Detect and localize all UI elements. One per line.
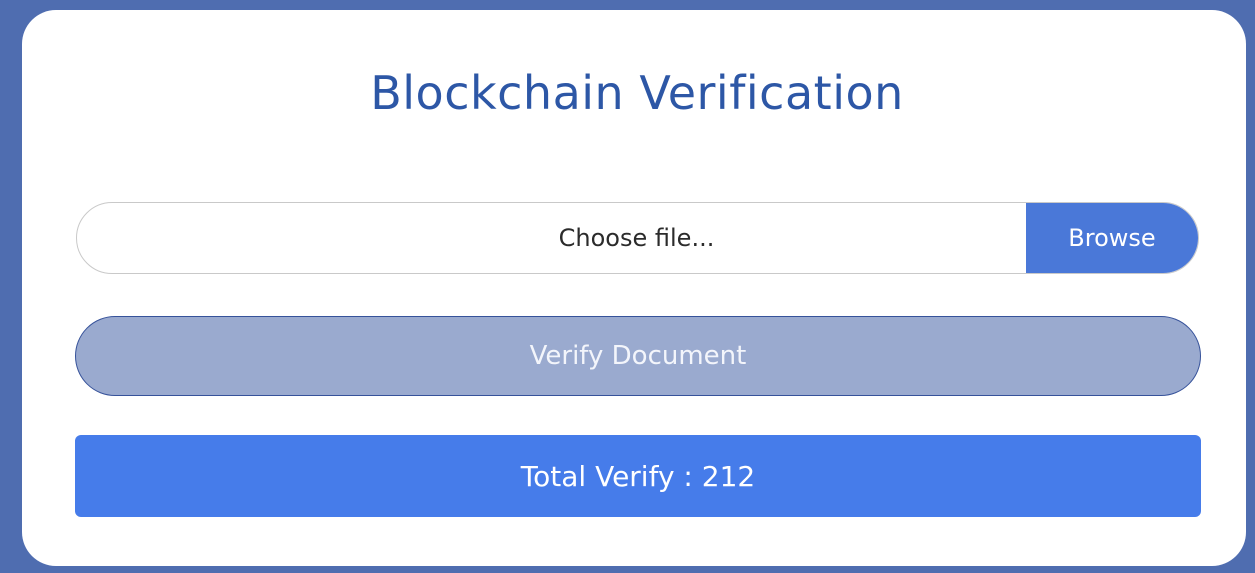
browse-button[interactable]: Browse (1026, 203, 1198, 273)
total-verify-counter: Total Verify : 212 (75, 435, 1201, 517)
page-title: Blockchain Verification (370, 66, 904, 120)
verify-document-button[interactable]: Verify Document (75, 316, 1201, 396)
file-input[interactable]: Choose file... Browse (76, 202, 1199, 274)
file-input-label[interactable]: Choose file... (77, 203, 1026, 273)
verification-card: Blockchain Verification Choose file... B… (22, 10, 1246, 566)
